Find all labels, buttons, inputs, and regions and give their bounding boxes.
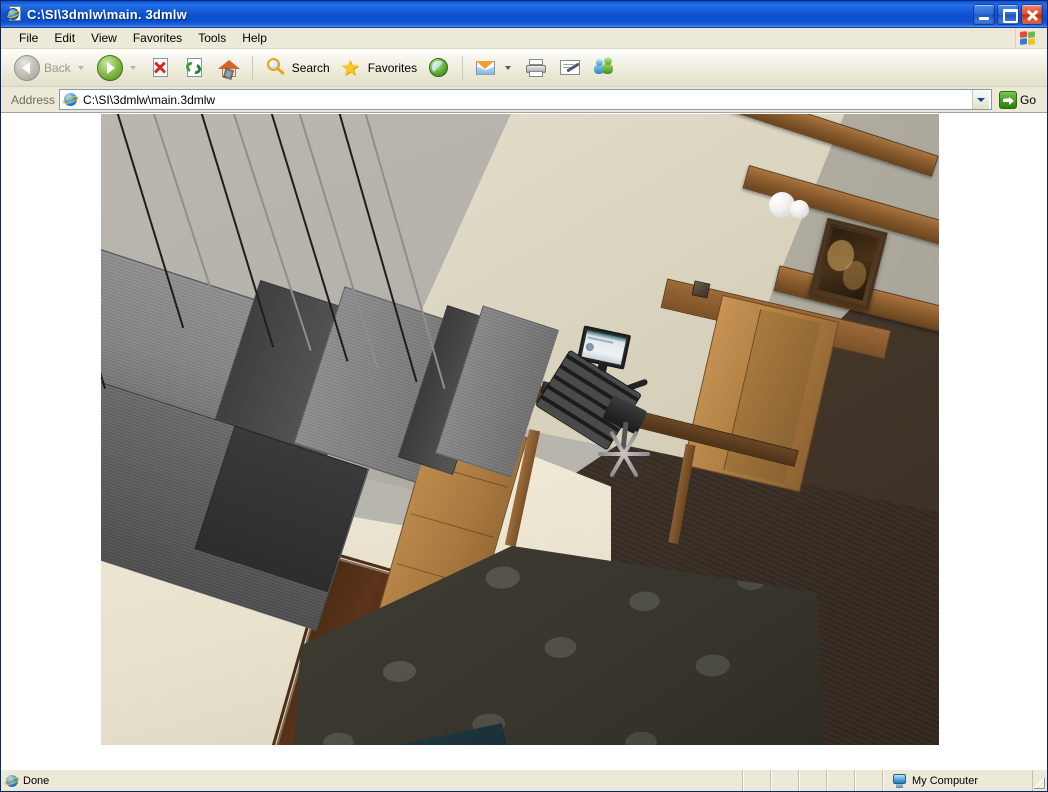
- 3d-scene-viewport[interactable]: [101, 114, 939, 745]
- address-dropdown-button[interactable]: [971, 90, 989, 109]
- stop-button[interactable]: [144, 52, 178, 84]
- edit-page-icon: [558, 56, 582, 80]
- menu-item-favorites[interactable]: Favorites: [125, 29, 190, 47]
- minimize-button[interactable]: [973, 3, 995, 25]
- menu-item-view[interactable]: View: [83, 29, 125, 47]
- security-zone-label: My Computer: [912, 774, 979, 787]
- status-panel-3: [799, 770, 827, 791]
- status-panel-1: [743, 770, 771, 791]
- home-icon: [217, 56, 241, 80]
- scene-chair-base: [598, 430, 654, 478]
- status-panel-4: [827, 770, 855, 791]
- mail-button[interactable]: [469, 52, 519, 84]
- edit-button[interactable]: [553, 52, 587, 84]
- search-button[interactable]: Search: [259, 52, 335, 84]
- search-button-label: Search: [291, 60, 330, 75]
- arrow-left-icon: [14, 54, 40, 81]
- favorites-button[interactable]: ★ Favorites: [335, 52, 422, 84]
- browser-window: C:\SI\3dmlw\main. 3dmlw File Edit View F…: [0, 0, 1048, 792]
- toolbar-separator: [462, 55, 464, 80]
- status-panel-5: [855, 770, 883, 791]
- scene-monitor-screen: [581, 330, 627, 365]
- close-button[interactable]: [1021, 3, 1043, 25]
- messenger-people-icon: [592, 56, 616, 80]
- magnifier-icon: [264, 56, 288, 80]
- printer-icon: [524, 56, 548, 80]
- mail-envelope-icon: [474, 56, 498, 80]
- window-controls: [973, 3, 1043, 25]
- navigation-toolbar: Back Search ★ Favorites: [1, 49, 1047, 87]
- address-label: Address: [11, 92, 56, 107]
- forward-button[interactable]: [92, 52, 144, 84]
- maximize-restore-button[interactable]: [997, 3, 1019, 25]
- media-button[interactable]: [422, 52, 456, 84]
- scene-picture-image: [817, 227, 879, 301]
- menu-bar: File Edit View Favorites Tools Help: [1, 28, 1047, 49]
- windows-flag-icon: [1015, 29, 1041, 48]
- page-content: [1, 113, 1047, 769]
- back-button-label: Back: [44, 60, 71, 75]
- chevron-down-icon[interactable]: [129, 65, 136, 70]
- stop-page-icon: [149, 56, 173, 80]
- green-arrow-icon: [998, 90, 1017, 109]
- status-panel-2: [771, 770, 799, 791]
- messenger-button[interactable]: [587, 52, 621, 84]
- scene-decor-sphere-small: [790, 200, 809, 219]
- scene-desk-photo-frame: [691, 280, 711, 299]
- address-input-value: C:\SI\3dmlw\main.3dmlw: [83, 92, 216, 107]
- internet-explorer-icon: [61, 92, 80, 108]
- refresh-icon: [183, 56, 207, 80]
- chevron-down-icon[interactable]: [505, 65, 512, 70]
- window-title: C:\SI\3dmlw\main. 3dmlw: [27, 6, 187, 22]
- address-bar: Address C:\SI\3dmlw\main.3dmlw Go: [1, 87, 1047, 113]
- title-bar: C:\SI\3dmlw\main. 3dmlw: [1, 1, 1047, 28]
- document-page-icon: [6, 6, 23, 22]
- arrow-right-icon: [96, 54, 123, 81]
- print-button[interactable]: [519, 52, 553, 84]
- toolbar-separator: [251, 55, 253, 80]
- status-message: Done: [23, 774, 50, 787]
- back-button[interactable]: Back: [9, 52, 92, 84]
- favorites-button-label: Favorites: [367, 60, 418, 75]
- internet-explorer-icon: [3, 774, 21, 788]
- refresh-button[interactable]: [178, 52, 212, 84]
- media-globe-icon: [427, 56, 451, 80]
- resize-grip-icon[interactable]: [1033, 770, 1047, 791]
- menu-item-tools[interactable]: Tools: [190, 29, 234, 47]
- menu-item-help[interactable]: Help: [234, 29, 275, 47]
- my-computer-icon: [892, 773, 907, 788]
- chevron-down-icon[interactable]: [77, 65, 84, 70]
- menu-item-edit[interactable]: Edit: [46, 29, 83, 47]
- star-icon: ★: [340, 56, 360, 80]
- go-button-label: Go: [1019, 92, 1036, 107]
- status-bar: Done My Computer: [1, 769, 1047, 791]
- security-zone-panel[interactable]: My Computer: [883, 770, 1033, 791]
- menu-item-file[interactable]: File: [11, 29, 46, 47]
- status-message-panel: Done: [1, 770, 743, 791]
- go-button[interactable]: Go: [996, 89, 1043, 111]
- address-input[interactable]: C:\SI\3dmlw\main.3dmlw: [59, 89, 992, 110]
- home-button[interactable]: [212, 52, 246, 84]
